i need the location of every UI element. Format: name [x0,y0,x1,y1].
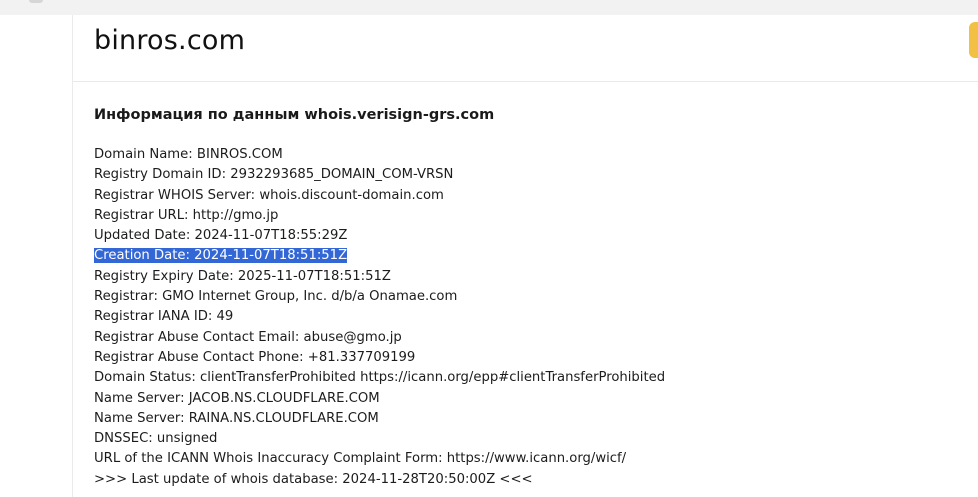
left-margin [0,15,72,497]
whois-line-abuse-phone: Registrar Abuse Contact Phone: +81.33770… [94,349,416,365]
whois-line-name-server-1: Name Server: JACOB.NS.CLOUDFLARE.COM [94,390,380,406]
domain-header: binros.com [73,15,978,82]
whois-line-registry-domain-id: Registry Domain ID: 2932293685_DOMAIN_CO… [94,167,454,183]
whois-line-abuse-email: Registrar Abuse Contact Email: abuse@gmo… [94,329,402,345]
top-strip-fragment [29,0,43,3]
whois-line-domain-name: Domain Name: BINROS.COM [94,147,283,162]
whois-line-updated-date: Updated Date: 2024-11-07T18:55:29Z [94,228,348,244]
domain-title: binros.com [94,25,246,56]
whois-line-dnssec: DNSSEC: unsigned [94,431,218,447]
whois-section-title: Информация по данным whois.verisign-grs.… [94,107,495,123]
side-action-button[interactable] [969,22,978,58]
whois-line-icann-complaint-form: URL of the ICANN Whois Inaccuracy Compla… [94,451,627,467]
selected-text[interactable]: Creation Date: 2024-11-07T18:51:51Z [94,248,348,264]
browser-viewport: binros.com Информация по данным whois.ve… [0,0,978,497]
whois-line-registry-expiry-date: Registry Expiry Date: 2025-11-07T18:51:5… [94,268,391,284]
whois-line-last-update: >>> Last update of whois database: 2024-… [94,471,533,487]
whois-card: binros.com Информация по данным whois.ve… [72,15,978,497]
whois-line-registrar-iana-id: Registrar IANA ID: 49 [94,309,234,325]
whois-line-registrar-whois-server: Registrar WHOIS Server: whois.discount-d… [94,187,444,203]
whois-line-registrar: Registrar: GMO Internet Group, Inc. d/b/… [94,289,458,305]
whois-line-name-server-2: Name Server: RAINA.NS.CLOUDFLARE.COM [94,410,379,426]
whois-line-creation-date[interactable]: Creation Date: 2024-11-07T18:51:51Z [94,246,665,266]
top-page-strip [0,0,978,15]
whois-record: Domain Name: BINROS.COM Registry Domain … [94,145,665,490]
whois-line-domain-status: Domain Status: clientTransferProhibited … [94,370,666,386]
whois-line-registrar-url: Registrar URL: http://gmo.jp [94,207,279,223]
